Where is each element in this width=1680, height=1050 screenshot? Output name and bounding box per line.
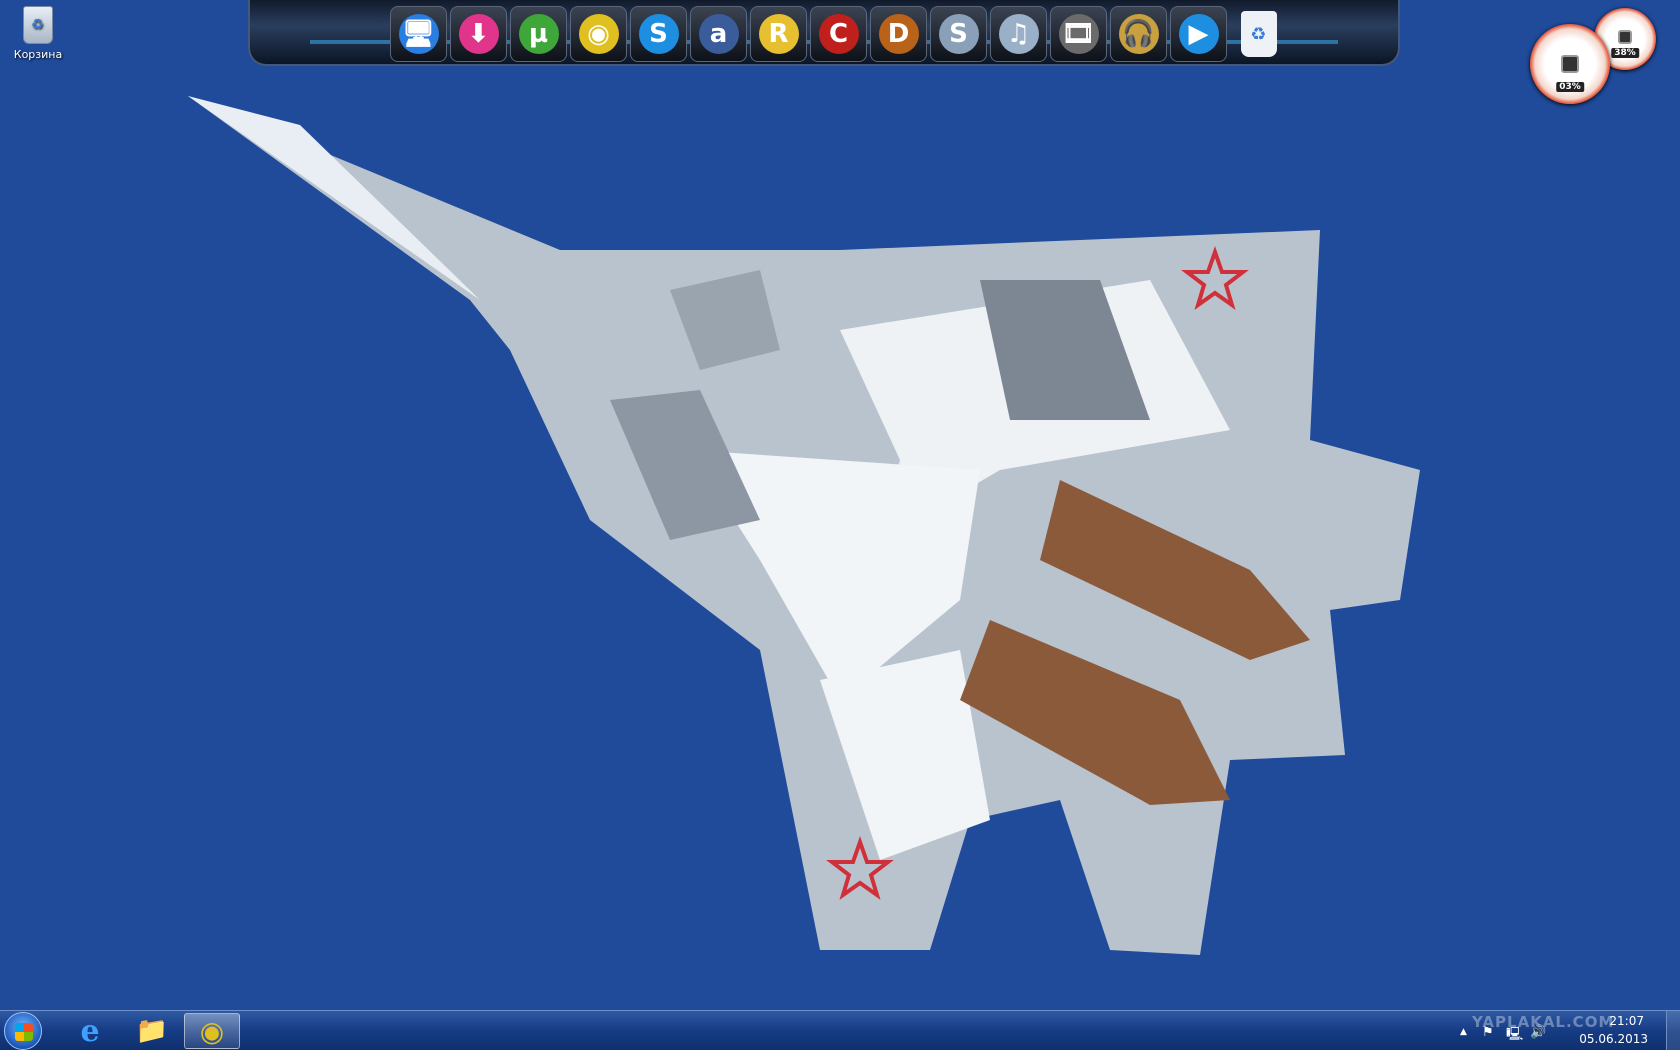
download-master-icon: ⬇: [458, 14, 499, 54]
taskbar-chrome[interactable]: ◉: [184, 1013, 240, 1049]
system-gadgets: 38% 03%: [1528, 8, 1678, 104]
cpu-percent: 03%: [1556, 82, 1584, 92]
movie-maker-icon: 🎞: [1058, 14, 1099, 54]
show-desktop-button[interactable]: [1666, 1011, 1680, 1050]
dock-icon-utorrent[interactable]: µ: [510, 6, 567, 62]
recycle-bin-icon: [23, 6, 53, 44]
dock-icon-recycle-bin[interactable]: ♻: [1230, 6, 1287, 62]
dock-icon-video-player[interactable]: S: [930, 6, 987, 62]
ram-percent: 38%: [1611, 48, 1639, 58]
dock-icon-chrome[interactable]: ◉: [570, 6, 627, 62]
clock-time[interactable]: 21:07: [1609, 1014, 1644, 1028]
system-tray: YAPLAKAL.COM ▲ ⚑ 🖳 🔊 21:07 05.06.2013: [1442, 1011, 1652, 1050]
aimp-icon: a: [698, 14, 739, 54]
network-icon[interactable]: 🖳: [1506, 1025, 1523, 1047]
computer-icon: 🖥: [398, 14, 439, 54]
recycle-bin-label: Корзина: [13, 48, 63, 61]
memory-chip-icon: [1618, 30, 1632, 44]
dock-icon-diablo[interactable]: D: [870, 6, 927, 62]
desktop-recycle-bin[interactable]: Корзина: [8, 6, 68, 61]
dock-icon-skype[interactable]: S: [630, 6, 687, 62]
media-center-icon: ♫: [998, 14, 1039, 54]
action-center-flag-icon[interactable]: ⚑: [1482, 1025, 1494, 1040]
cpu-gauge[interactable]: 03%: [1530, 24, 1610, 104]
dock-icon-movie-maker[interactable]: 🎞: [1050, 6, 1107, 62]
skype-icon: S: [638, 14, 679, 54]
diablo-icon: D: [878, 14, 919, 54]
ccleaner-icon: C: [818, 14, 859, 54]
start-button[interactable]: [4, 1012, 42, 1050]
dock-icon-headphones-player[interactable]: 🎧: [1110, 6, 1167, 62]
dock-icon-r-tool[interactable]: R: [750, 6, 807, 62]
cpu-chip-icon: [1561, 55, 1579, 73]
video-player-icon: S: [938, 14, 979, 54]
show-hidden-icons-button[interactable]: ▲: [1460, 1027, 1467, 1037]
dock-icon-download-master[interactable]: ⬇: [450, 6, 507, 62]
volume-icon[interactable]: 🔊: [1530, 1025, 1546, 1040]
dock-icon-aimp[interactable]: a: [690, 6, 747, 62]
folder-icon: 📁: [135, 1016, 169, 1046]
taskbar: e 📁 ◉ YAPLAKAL.COM ▲ ⚑ 🖳 🔊 21:07 05.06.2…: [0, 1010, 1680, 1050]
headphones-player-icon: 🎧: [1118, 14, 1159, 54]
clock-date[interactable]: 05.06.2013: [1579, 1032, 1648, 1046]
dock-bar: 🖥 ⬇ µ ◉ Sa R C D S ♫ 🎞 🎧 ▶ ♻: [248, 0, 1400, 66]
wallpaper-jet-fighter: [0, 0, 1680, 1010]
dock-icon-computer[interactable]: 🖥: [390, 6, 447, 62]
taskbar-internet-explorer[interactable]: e: [62, 1013, 118, 1049]
media-player-icon: ▶: [1178, 14, 1219, 54]
taskbar-file-explorer[interactable]: 📁: [124, 1013, 180, 1049]
utorrent-icon: µ: [518, 14, 559, 54]
dock-icon-ccleaner[interactable]: C: [810, 6, 867, 62]
dock-icon-media-center[interactable]: ♫: [990, 6, 1047, 62]
chrome-icon: ◉: [578, 14, 619, 54]
internet-explorer-icon: e: [80, 1013, 100, 1049]
chrome-icon: ◉: [199, 1014, 225, 1048]
dock-icon-media-player[interactable]: ▶: [1170, 6, 1227, 62]
dock-icons: 🖥 ⬇ µ ◉ Sa R C D S ♫ 🎞 🎧 ▶ ♻: [390, 6, 1287, 62]
recycle-bin-icon: ♻: [1240, 11, 1277, 57]
r-tool-icon: R: [758, 14, 799, 54]
